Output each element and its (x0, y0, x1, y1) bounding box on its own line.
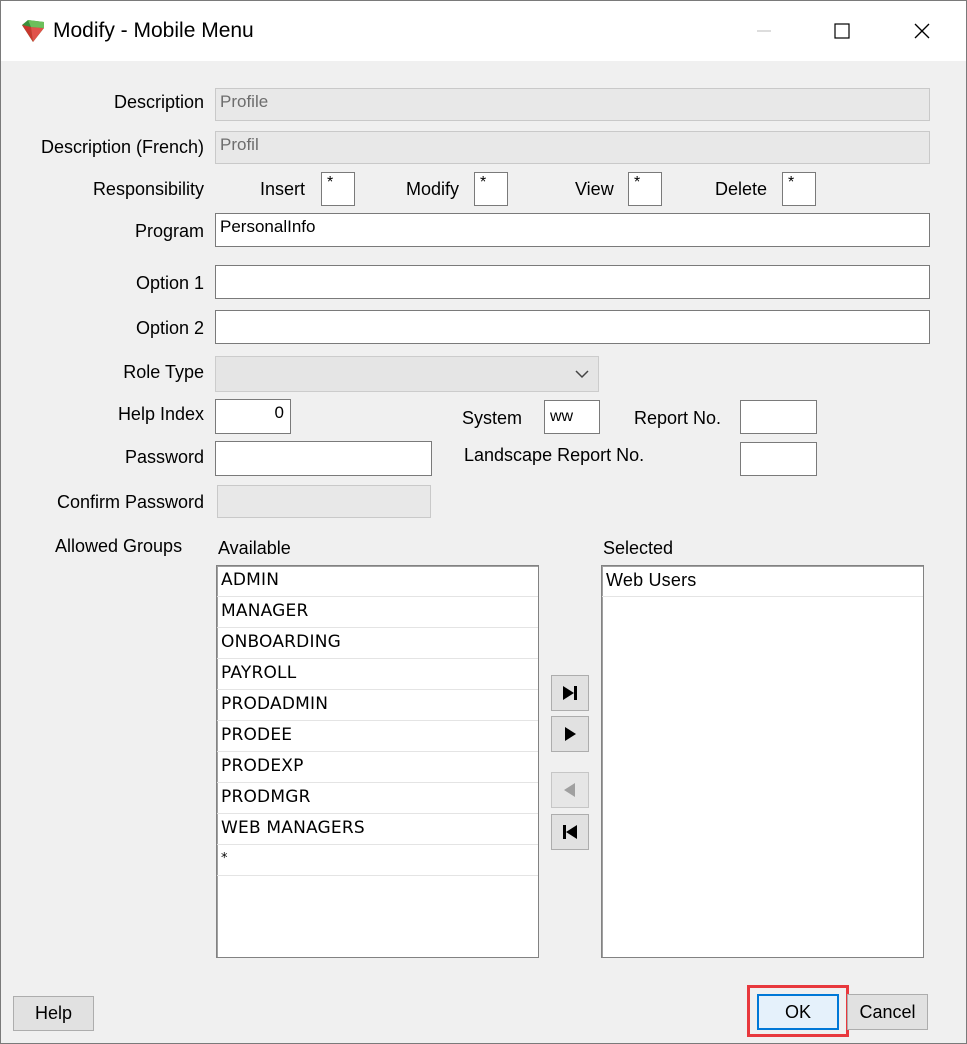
list-item[interactable]: MANAGER (217, 597, 538, 628)
role-type-label: Role Type (123, 362, 204, 382)
modify-field[interactable]: * (474, 172, 508, 206)
available-groups-list[interactable]: ADMIN MANAGER ONBOARDING PAYROLL PRODADM… (216, 565, 539, 958)
list-item[interactable]: ADMIN (217, 566, 538, 597)
password-field[interactable] (215, 441, 432, 476)
add-all-button[interactable] (551, 675, 589, 711)
program-label: Program (134, 221, 204, 241)
help-button[interactable]: Help (13, 996, 94, 1031)
selected-label: Selected (603, 538, 674, 558)
modify-label: Modify (406, 179, 460, 199)
delete-label: Delete (715, 179, 768, 199)
ok-highlight-box (747, 985, 849, 1037)
insert-field[interactable]: * (321, 172, 355, 206)
dialog-window: Modify - Mobile Menu Description Profile… (0, 0, 967, 1044)
skip-back-icon (563, 825, 577, 839)
list-item[interactable]: * (217, 845, 538, 876)
help-index-field[interactable]: 0 (215, 399, 291, 434)
list-item[interactable]: PRODEXP (217, 752, 538, 783)
chevron-down-icon (575, 370, 589, 379)
program-field[interactable]: PersonalInfo (215, 213, 930, 247)
remove-all-button[interactable] (551, 814, 589, 850)
landscape-report-no-field[interactable] (740, 442, 817, 476)
maximize-icon (834, 23, 850, 39)
description-french-label: Description (French) (40, 137, 204, 157)
option2-label: Option 2 (135, 318, 204, 338)
delete-field[interactable]: * (782, 172, 816, 206)
role-type-dropdown[interactable] (215, 356, 599, 392)
report-no-label: Report No. (634, 408, 722, 428)
list-item[interactable]: ONBOARDING (217, 628, 538, 659)
minimize-icon (757, 30, 771, 32)
list-item[interactable]: PRODADMIN (217, 690, 538, 721)
option2-field[interactable] (215, 310, 930, 344)
list-item[interactable]: WEB MANAGERS (217, 814, 538, 845)
available-label: Available (218, 538, 291, 558)
option1-label: Option 1 (135, 273, 204, 293)
close-icon (914, 23, 930, 39)
system-label: System (462, 408, 523, 428)
list-item[interactable]: PRODMGR (217, 783, 538, 814)
list-item[interactable]: Web Users (602, 566, 923, 597)
landscape-report-no-label: Landscape Report No. (464, 445, 645, 465)
selected-groups-list[interactable]: Web Users (601, 565, 924, 958)
system-field[interactable]: ww (544, 400, 600, 434)
cancel-button[interactable]: Cancel (847, 994, 928, 1030)
arrow-right-icon (565, 727, 576, 741)
view-label: View (575, 179, 614, 199)
remove-button[interactable] (551, 772, 589, 808)
list-item[interactable]: PRODEE (217, 721, 538, 752)
responsibility-label: Responsibility (92, 179, 204, 199)
gem-app-icon (22, 20, 44, 42)
option1-field[interactable] (215, 265, 930, 299)
arrow-left-icon (564, 783, 575, 797)
view-field[interactable]: * (628, 172, 662, 206)
description-field[interactable]: Profile (215, 88, 930, 121)
insert-label: Insert (260, 179, 306, 199)
title-bar: Modify - Mobile Menu (1, 1, 966, 61)
report-no-field[interactable] (740, 400, 817, 434)
password-label: Password (124, 447, 204, 467)
confirm-password-field[interactable] (217, 485, 431, 518)
description-french-field[interactable]: Profil (215, 131, 930, 164)
window-title: Modify - Mobile Menu (53, 19, 254, 42)
add-button[interactable] (551, 716, 589, 752)
close-button[interactable] (899, 1, 945, 61)
maximize-button[interactable] (819, 1, 865, 61)
skip-forward-icon (563, 686, 577, 700)
description-label: Description (113, 92, 204, 112)
list-item[interactable]: PAYROLL (217, 659, 538, 690)
help-index-label: Help Index (117, 404, 204, 424)
minimize-button[interactable] (741, 1, 787, 61)
confirm-password-label: Confirm Password (56, 492, 204, 512)
allowed-groups-label: Allowed Groups (55, 536, 183, 556)
